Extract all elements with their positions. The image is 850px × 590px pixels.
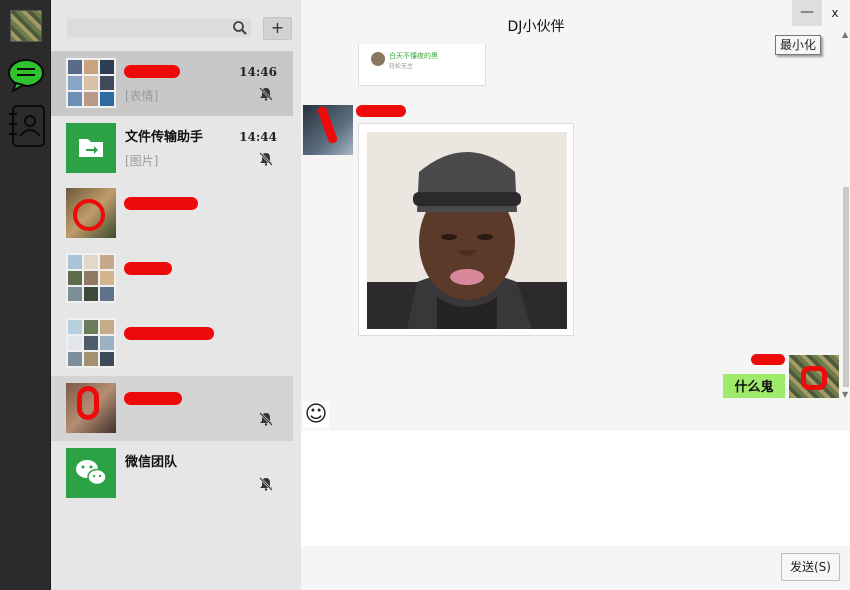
redaction-mark [124, 65, 180, 78]
redaction-mark [124, 262, 172, 275]
conversation-time: 14:46 [239, 65, 277, 79]
left-rail [0, 0, 51, 590]
image-message[interactable] [358, 123, 574, 336]
chat-title: DJ小伙伴 [507, 19, 565, 35]
redaction-mark [77, 386, 99, 420]
redaction-mark [801, 366, 827, 390]
search-icon[interactable] [232, 20, 248, 36]
mute-icon [259, 412, 273, 426]
conversation-item[interactable]: 文件传输助手 [图片] 14:44 [51, 116, 293, 181]
message-input[interactable] [301, 431, 850, 546]
conversation-time: 14:44 [239, 130, 277, 144]
chat-icon[interactable] [7, 58, 45, 92]
redaction-mark [124, 392, 182, 405]
conversation-item[interactable]: 微信团队 [51, 441, 293, 506]
file-transfer-icon [66, 123, 116, 173]
my-text-message[interactable]: 什么鬼 [723, 374, 785, 398]
wechat-team-icon [66, 448, 116, 498]
mute-icon [259, 152, 273, 166]
mute-icon [259, 87, 273, 101]
link-card[interactable]: 白天不懂夜的黑 轻松无主 [358, 44, 486, 86]
search-box[interactable] [67, 19, 251, 37]
scroll-down-arrow[interactable]: ▼ [842, 390, 848, 399]
card-title: 白天不懂夜的黑 [389, 52, 438, 60]
conversation-name: 文件传输助手 [125, 130, 204, 145]
redaction-mark [356, 105, 406, 117]
emoji-button[interactable]: ☺ [303, 402, 329, 428]
message-area[interactable]: 白天不懂夜的黑 轻松无主 什么鬼 [301, 44, 850, 398]
chat-pane: DJ小伙伴 — x 最小化 白天不懂夜的黑 轻松无主 什么鬼 ▲ ▼ ☺ 发送(… [301, 0, 850, 590]
conversation-item[interactable] [51, 246, 293, 311]
composer [301, 431, 850, 546]
group-avatar [66, 58, 116, 108]
conversation-preview: [表情] [125, 89, 159, 103]
search-input[interactable] [67, 19, 227, 37]
add-button[interactable]: + [263, 17, 292, 40]
mute-icon [259, 477, 273, 491]
conversation-item[interactable] [51, 376, 293, 441]
conversation-item[interactable] [51, 311, 293, 376]
redaction-mark [124, 197, 198, 210]
group-avatar [66, 253, 116, 303]
scroll-up-arrow[interactable]: ▲ [842, 30, 848, 39]
redaction-mark [73, 199, 105, 231]
photo [367, 132, 567, 329]
close-button[interactable]: x [825, 2, 845, 24]
card-subtitle: 轻松无主 [389, 63, 414, 70]
card-avatar [371, 52, 385, 66]
send-button[interactable]: 发送(S) [781, 553, 840, 581]
redaction-mark [124, 327, 214, 340]
contacts-icon[interactable] [7, 104, 47, 148]
conversation-name: 微信团队 [125, 455, 178, 470]
conversation-list: + [表情] 14:46 文件传输助手 [图片] 14:44 微信团队 [51, 0, 301, 590]
group-avatar [66, 318, 116, 368]
message-scrollbar[interactable]: ▲ ▼ [841, 30, 850, 400]
scrollbar-thumb[interactable] [843, 187, 849, 387]
conversation-preview: [图片] [125, 154, 159, 168]
conversation-item[interactable] [51, 181, 293, 246]
conversation-item[interactable]: [表情] 14:46 [51, 51, 293, 116]
minimize-button[interactable]: — [792, 0, 822, 26]
redaction-mark [751, 354, 785, 365]
my-avatar[interactable] [10, 10, 42, 42]
